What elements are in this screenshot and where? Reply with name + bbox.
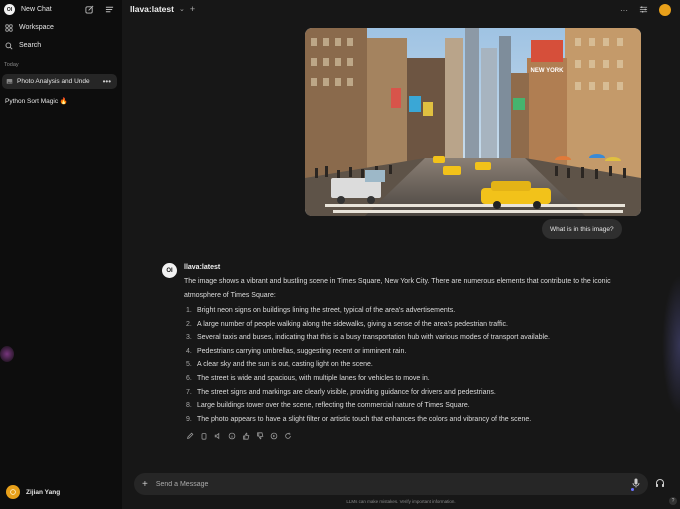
search-icon <box>4 41 13 50</box>
chat-item-photo-analysis[interactable]: Photo Analysis and Unde ••• <box>2 74 117 89</box>
add-model-icon[interactable]: + <box>190 4 195 14</box>
billboard-text: NEW YORK <box>531 68 565 74</box>
controls-icon[interactable] <box>639 5 648 16</box>
edit-icon[interactable] <box>186 432 194 440</box>
model-selector[interactable]: llava:latest ⌄ + <box>130 4 195 14</box>
workspace-nav[interactable]: Workspace <box>4 23 54 32</box>
regenerate-icon[interactable] <box>284 432 292 440</box>
user-profile[interactable]: Zijian Yang <box>6 485 60 499</box>
main-area: llava:latest ⌄ + ··· NEW YORK What is in… <box>122 0 680 509</box>
copy-icon[interactable] <box>200 432 208 440</box>
message-composer: + <box>134 473 648 495</box>
list-item: 5. A clear sky and the sun is out, castin… <box>186 361 373 369</box>
thumbs-up-icon[interactable] <box>242 432 250 440</box>
section-today: Today <box>4 62 19 68</box>
more-options-icon[interactable]: ••• <box>103 77 111 86</box>
sidebar: OI New Chat Workspace Search Today Photo… <box>0 0 122 509</box>
thumbs-down-icon[interactable] <box>256 432 264 440</box>
decorative-glow <box>662 275 680 415</box>
attach-plus-icon[interactable]: + <box>142 479 148 490</box>
bot-response-list: 1. Bright neon signs on buildings lining … <box>186 304 550 426</box>
disclaimer-text: LLMs can make mistakes. Verify important… <box>346 499 456 504</box>
message-input[interactable] <box>155 480 632 488</box>
list-item: 8. Large buildings tower over the scene, … <box>186 402 470 410</box>
bot-avatar: OI <box>162 263 177 278</box>
decorative-glow <box>0 346 14 362</box>
workspace-label: Workspace <box>19 24 54 31</box>
uploaded-image[interactable]: NEW YORK <box>305 28 641 216</box>
image-icon <box>5 77 14 86</box>
search-nav[interactable]: Search <box>4 41 41 50</box>
continue-icon[interactable] <box>270 432 278 440</box>
chat-item-title: Photo Analysis and Unde <box>17 78 90 85</box>
menu-icon[interactable] <box>105 5 114 14</box>
list-item: 6. The street is wide and spacious, with … <box>186 374 430 382</box>
list-item: 3. Several taxis and buses, indicating th… <box>186 334 550 342</box>
avatar <box>6 485 20 499</box>
search-label: Search <box>19 42 42 49</box>
bot-name: llava:latest <box>184 264 221 271</box>
message-actions <box>186 432 292 440</box>
grid-icon <box>4 23 13 32</box>
headphones-icon[interactable] <box>655 478 665 490</box>
user-name: Zijian Yang <box>26 488 61 496</box>
model-name: llava:latest <box>130 4 174 14</box>
chat-item-python-sort[interactable]: Python Sort Magic 🔥 <box>2 93 117 108</box>
bot-intro-text: The image shows a vibrant and bustling s… <box>184 278 611 299</box>
chevron-down-icon[interactable]: ⌄ <box>179 5 185 13</box>
status-dot <box>631 488 634 491</box>
help-button[interactable]: ? <box>669 497 677 505</box>
new-chat-row[interactable]: OI New Chat <box>4 4 52 15</box>
new-chat-label[interactable]: New Chat <box>21 6 52 13</box>
list-item: 2. A large number of people walking along… <box>186 320 508 328</box>
info-icon[interactable] <box>228 432 236 440</box>
user-message-bubble: What is in this image? <box>542 219 622 239</box>
more-options-icon[interactable]: ··· <box>620 6 628 15</box>
app-logo: OI <box>4 4 15 15</box>
list-item: 4. Pedestrians carrying umbrellas, sugges… <box>186 347 407 355</box>
list-item: 7. The street signs and markings are clea… <box>186 388 496 396</box>
speaker-icon[interactable] <box>214 432 222 440</box>
chat-item-title: Python Sort Magic 🔥 <box>5 97 69 105</box>
compose-icon[interactable] <box>85 5 94 14</box>
avatar[interactable] <box>659 4 671 16</box>
list-item: 1. Bright neon signs on buildings lining … <box>186 307 456 314</box>
list-item: 9. The photo appears to have a slight fil… <box>186 415 532 423</box>
